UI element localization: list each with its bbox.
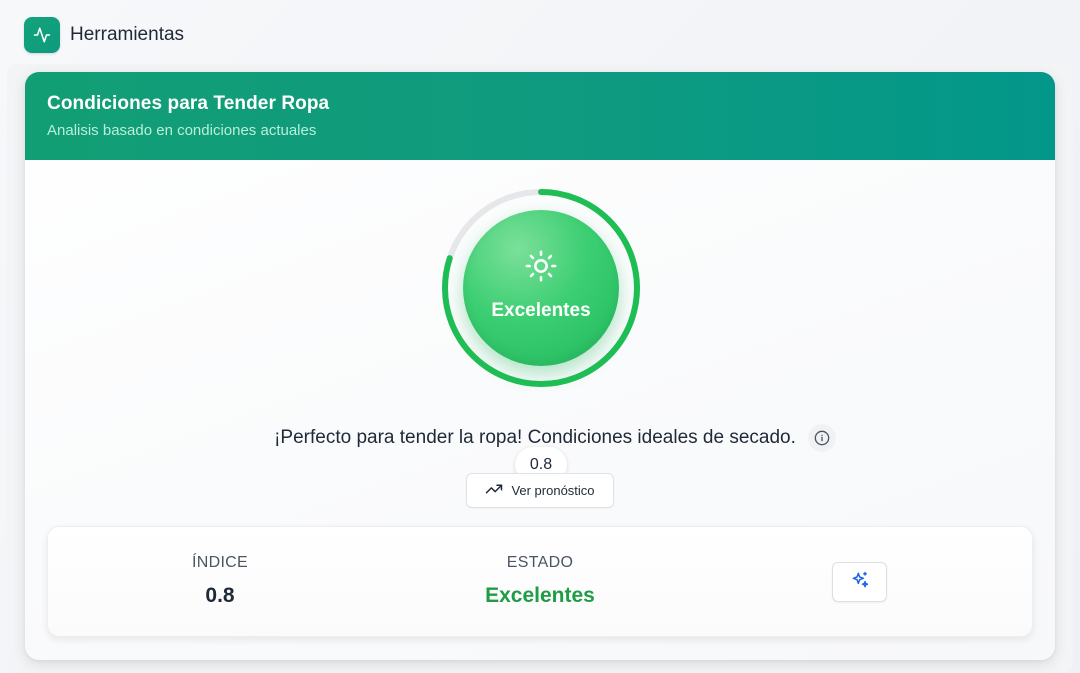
score-gauge: Excelentes xyxy=(441,188,641,388)
index-stat: ÍNDICE 0.8 xyxy=(120,554,320,608)
recommendation-row: ¡Perfecto para tender la ropa! Condicion… xyxy=(25,424,1055,452)
gauge-label: Excelentes xyxy=(491,299,591,321)
forecast-button[interactable]: Ver pronóstico xyxy=(466,473,614,508)
state-label: ESTADO xyxy=(506,554,574,571)
sparkles-button[interactable] xyxy=(832,562,887,602)
stats-panel: ÍNDICE 0.8 ESTADO Excelentes xyxy=(47,526,1033,637)
state-value: Excelentes xyxy=(485,584,595,607)
app-title: Herramientas xyxy=(70,24,185,45)
top-bar: Herramientas xyxy=(24,17,184,53)
activity-icon[interactable] xyxy=(24,17,60,53)
card-title: Condiciones para Tender Ropa xyxy=(47,93,330,114)
info-icon[interactable] xyxy=(807,424,836,452)
sun-icon xyxy=(524,249,558,288)
trending-up-icon xyxy=(485,480,503,501)
index-label: ÍNDICE xyxy=(191,554,249,571)
sparkles-icon xyxy=(850,570,870,595)
recommendation-message: ¡Perfecto para tender la ropa! Condicion… xyxy=(274,427,796,448)
card-subtitle: Analisis basado en condiciones actuales xyxy=(47,122,317,139)
gauge-center: Excelentes xyxy=(463,210,619,366)
state-stat: ESTADO Excelentes xyxy=(440,554,640,608)
card-header: Condiciones para Tender Ropa Analisis ba… xyxy=(25,72,1055,160)
drying-conditions-card: Condiciones para Tender Ropa Analisis ba… xyxy=(25,72,1055,660)
index-value: 0.8 xyxy=(205,584,235,607)
forecast-button-label: Ver pronóstico xyxy=(511,483,595,498)
